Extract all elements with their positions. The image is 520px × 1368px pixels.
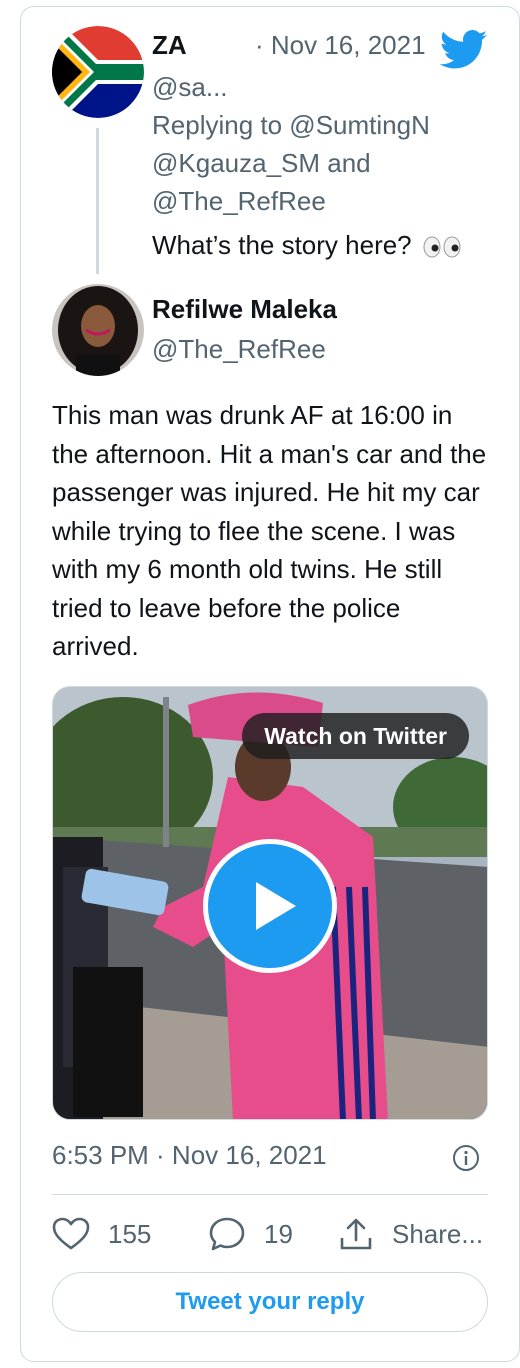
play-button[interactable] bbox=[203, 839, 337, 973]
author-name[interactable]: Refilwe Maleka bbox=[152, 294, 337, 325]
reply-count: 19 bbox=[264, 1218, 293, 1249]
author-name[interactable]: ZA bbox=[152, 30, 187, 61]
avatar[interactable] bbox=[52, 284, 144, 376]
share-icon bbox=[340, 1218, 372, 1250]
avatar[interactable] bbox=[52, 26, 144, 118]
comment-icon bbox=[209, 1217, 245, 1251]
replying-to: Replying to @SumtingN @Kgauza_SM and @Th… bbox=[152, 110, 430, 216]
tweet-your-reply-button[interactable]: Tweet your reply bbox=[52, 1272, 488, 1332]
eyes-emoji-icon bbox=[423, 236, 461, 258]
video-player[interactable]: Watch on Twitter bbox=[52, 686, 488, 1120]
share-label: Share... bbox=[392, 1218, 484, 1249]
tweet-timestamp[interactable]: 6:53 PM · Nov 16, 2021 bbox=[52, 1140, 327, 1171]
share-button[interactable]: Share... bbox=[338, 1215, 483, 1253]
tweet-date[interactable]: · Nov 16, 2021 bbox=[255, 30, 426, 61]
like-button[interactable]: 155 bbox=[52, 1215, 151, 1253]
profile-photo-icon bbox=[52, 284, 144, 376]
thread-line bbox=[96, 128, 99, 274]
tweet-text: This man was drunk AF at 16:00 in the af… bbox=[52, 400, 487, 661]
author-handle[interactable]: @sa... bbox=[152, 72, 228, 103]
like-count: 155 bbox=[108, 1218, 152, 1249]
info-icon[interactable] bbox=[452, 1144, 480, 1172]
tweet-text-content: What’s the story here? bbox=[152, 230, 412, 260]
play-icon bbox=[256, 882, 296, 930]
twitter-icon[interactable] bbox=[440, 30, 488, 70]
south-africa-flag-icon bbox=[52, 26, 144, 118]
author-handle[interactable]: @The_RefRee bbox=[152, 334, 326, 365]
watch-on-twitter-button[interactable]: Watch on Twitter bbox=[242, 713, 469, 759]
reply-button[interactable]: 19 bbox=[208, 1215, 293, 1253]
heart-icon bbox=[52, 1217, 90, 1250]
tweet-text: What’s the story here? bbox=[152, 228, 461, 262]
divider bbox=[52, 1194, 488, 1195]
